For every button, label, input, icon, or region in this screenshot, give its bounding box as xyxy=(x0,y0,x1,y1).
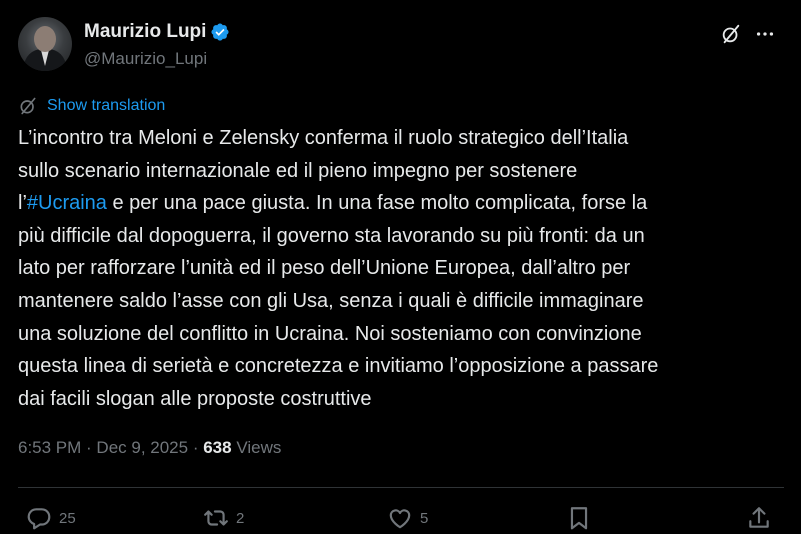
grok-icon[interactable] xyxy=(720,23,742,45)
avatar-face xyxy=(34,26,56,52)
share-button[interactable] xyxy=(746,505,772,531)
reply-count: 25 xyxy=(59,509,76,527)
translate-icon xyxy=(20,97,36,115)
bookmark-icon xyxy=(570,507,588,530)
post-meta: 6:53 PM · Dec 9, 2025 · 638 Views xyxy=(18,438,281,458)
show-translation-link[interactable]: Show translation xyxy=(18,96,165,116)
repost-button[interactable]: 2 xyxy=(203,505,244,531)
post-line: sullo scenario internazionale ed il pien… xyxy=(18,159,578,182)
meta-separator: · xyxy=(81,438,97,457)
author-handle[interactable]: @Maurizio_Lupi xyxy=(84,49,207,69)
share-icon xyxy=(749,507,769,528)
verified-badge-icon[interactable] xyxy=(210,22,230,42)
reply-icon xyxy=(27,508,51,530)
name-row: Maurizio Lupi xyxy=(84,21,230,43)
post-line: lato per rafforzare l’unità ed il peso d… xyxy=(18,257,631,280)
post-line-suffix: e per una pace giusta. In una fase molto… xyxy=(106,192,648,215)
avatar[interactable] xyxy=(18,17,72,71)
views-count[interactable]: 638 xyxy=(203,438,231,457)
post-line: dai facili slogan alle proposte costrutt… xyxy=(18,387,372,410)
like-icon xyxy=(389,509,411,529)
post-line: una soluzione del conflitto in Ucraina. … xyxy=(18,322,642,345)
post-line: più difficile dal dopoguerra, il governo… xyxy=(18,224,645,247)
show-translation-label[interactable]: Show translation xyxy=(47,97,165,115)
meta-separator: · xyxy=(188,438,204,457)
post-time[interactable]: 6:53 PM xyxy=(18,438,81,457)
post-header: Maurizio Lupi @Maurizio_Lupi xyxy=(18,17,784,73)
hashtag-link[interactable]: #Ucraina xyxy=(27,192,107,214)
bookmark-button[interactable] xyxy=(566,505,592,531)
author-display-name[interactable]: Maurizio Lupi xyxy=(84,21,206,43)
divider xyxy=(18,487,784,488)
more-icon[interactable] xyxy=(754,23,776,45)
post-line-prefix: l’ xyxy=(18,192,27,215)
post-date[interactable]: Dec 9, 2025 xyxy=(96,438,188,457)
views-label: Views xyxy=(231,438,282,457)
like-count: 5 xyxy=(420,509,429,527)
repost-count: 2 xyxy=(236,509,245,527)
post-line: questa linea di serietà e concretezza e … xyxy=(18,355,659,378)
repost-icon xyxy=(204,510,228,526)
like-button[interactable]: 5 xyxy=(387,505,428,531)
reply-button[interactable]: 25 xyxy=(26,505,76,531)
post-text: L’incontro tra Meloni e Zelensky conferm… xyxy=(18,122,788,415)
post-line: l’#Ucraina e per una pace giusta. In una… xyxy=(18,187,788,220)
post-line: L’incontro tra Meloni e Zelensky conferm… xyxy=(18,127,629,149)
post-line: mantenere saldo l’asse con gli Usa, senz… xyxy=(18,289,644,312)
